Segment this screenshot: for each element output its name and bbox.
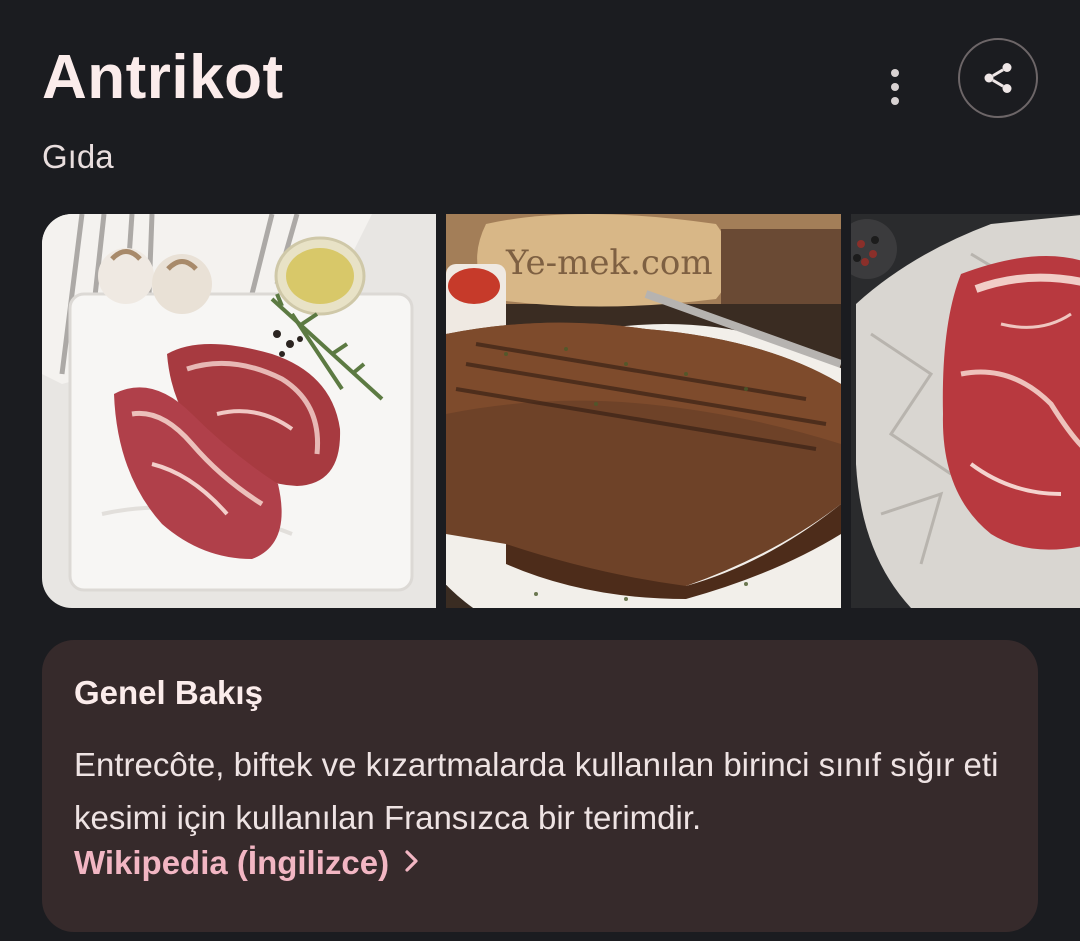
svg-text:Ye-mek.com: Ye-mek.com [505, 243, 713, 283]
page-title: Antrikot [42, 43, 284, 112]
wikipedia-link[interactable]: Wikipedia (İngilizce) [74, 844, 421, 882]
image-carousel[interactable]: Ye-mek.com [42, 214, 1080, 608]
grilled-steak-on-plate-image[interactable]: Ye-mek.com [446, 214, 841, 608]
share-button[interactable] [958, 38, 1038, 118]
share-icon [984, 63, 1012, 93]
entity-category: Gıda [42, 138, 114, 175]
overview-card: Genel Bakış Entrecôte, biftek ve kızartm… [42, 640, 1038, 932]
more-options-button[interactable] [876, 62, 916, 112]
overview-description: Entrecôte, biftek ve kızartmalarda kulla… [74, 746, 999, 836]
more-vertical-icon [891, 69, 899, 77]
overview-heading: Genel Bakış [74, 674, 263, 711]
raw-steak-on-paper-image[interactable] [851, 214, 1080, 608]
wikipedia-link-label: Wikipedia (İngilizce) [74, 844, 390, 881]
entity-header: Antrikot Gıda [42, 38, 1038, 188]
raw-steaks-on-marble-board-image[interactable] [42, 214, 436, 608]
chevron-right-icon [403, 844, 421, 882]
